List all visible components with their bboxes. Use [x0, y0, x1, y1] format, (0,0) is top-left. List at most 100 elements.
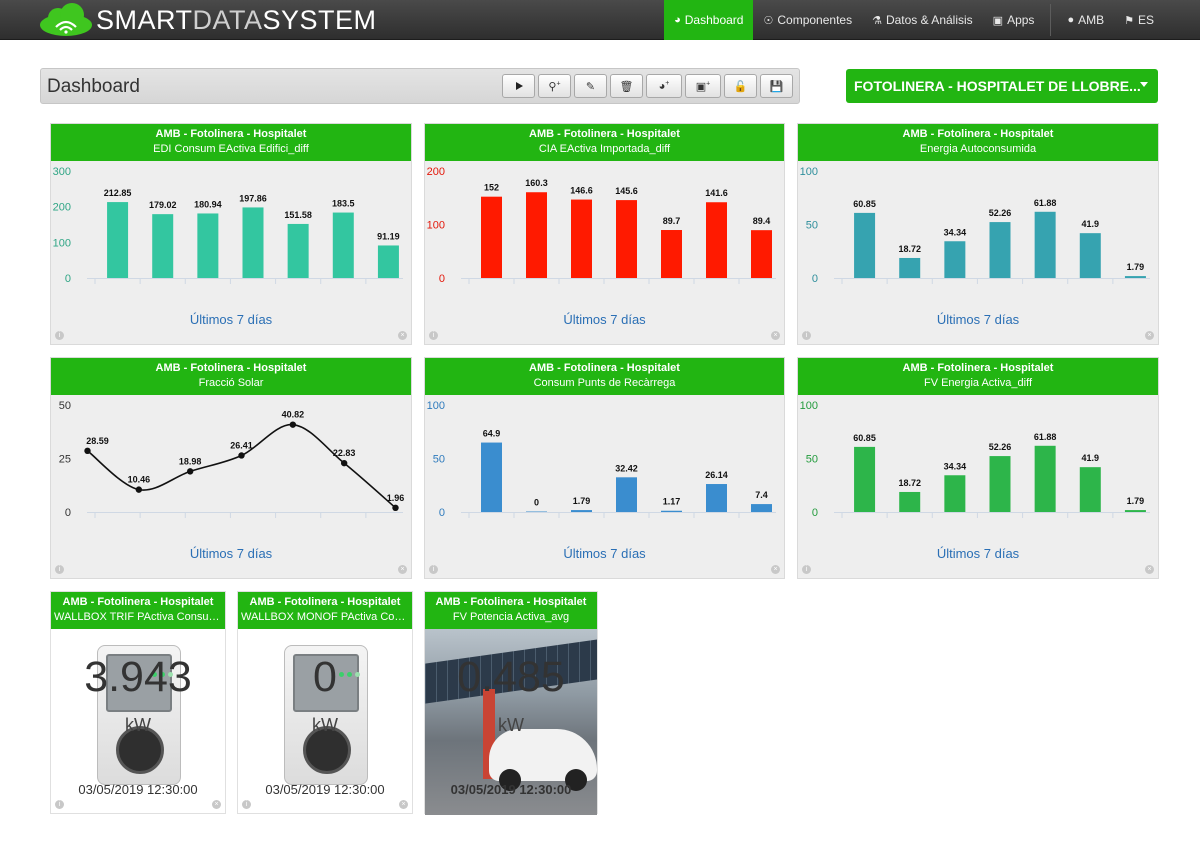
nav-language-label: ES	[1137, 13, 1154, 27]
info-icon[interactable]: i	[55, 565, 64, 574]
bar-data-label: 151.58	[284, 210, 312, 220]
nav-user[interactable]: ● AMB	[1057, 0, 1114, 40]
chart-bar	[107, 202, 129, 278]
y-tick-label: 100	[800, 400, 818, 412]
info-icon[interactable]: i	[802, 331, 811, 340]
close-icon[interactable]: ×	[1145, 565, 1154, 574]
chart-bar	[1079, 233, 1101, 278]
bar-data-label: 1.79	[1127, 496, 1145, 506]
line-point	[238, 452, 245, 459]
widget-title: AMB - Fotolinera - Hospitalet	[155, 128, 307, 140]
bar-data-label: 146.6	[570, 186, 593, 196]
widget-cia-importada: AMB - Fotolinera - Hospitalet CIA EActiva…	[424, 123, 785, 345]
line-point	[135, 486, 143, 493]
info-icon[interactable]: i	[429, 331, 438, 340]
point-data-label: 18.98	[179, 456, 202, 466]
flag-icon: ⚑	[1124, 14, 1134, 27]
close-icon[interactable]: ×	[771, 565, 780, 574]
bar-data-label: 89.7	[663, 216, 681, 226]
edit-icon: ✎	[585, 80, 596, 93]
info-icon[interactable]: i	[242, 800, 251, 809]
bar-data-label: 1.79	[1127, 262, 1145, 272]
bar-data-label: 60.85	[853, 433, 876, 443]
bar-data-label: 60.85	[853, 199, 876, 209]
close-icon[interactable]: ×	[771, 331, 780, 340]
widget-header[interactable]: AMB - Fotolinera - Hospitalet Consum Punt…	[425, 358, 784, 395]
close-icon[interactable]: ×	[398, 565, 407, 574]
chart-bar	[616, 477, 637, 512]
chart-bar	[616, 200, 637, 278]
nav-dashboard[interactable]: ◕ Dashboard	[664, 0, 754, 40]
y-tick-label: 300	[53, 166, 71, 178]
brand-part-data: DATA	[192, 4, 263, 35]
nav-menu: ◕ Dashboard ☉ Componentes ⚗ Datos & Análisi…	[664, 0, 1200, 40]
bar-data-label: 180.94	[194, 199, 222, 209]
widget-title: AMB - Fotolinera - Hospitalet	[902, 128, 1054, 140]
widget-title: AMB - Fotolinera - Hospitalet	[435, 596, 587, 608]
widget-header[interactable]: AMB - Fotolinera - Hospitalet Energia Aut…	[798, 124, 1158, 161]
info-icon[interactable]: i	[55, 800, 64, 809]
line-point	[84, 447, 91, 455]
series-line	[87, 423, 397, 509]
bar-data-label: 152	[484, 183, 499, 193]
y-tick-label: 200	[427, 166, 445, 178]
add-gauge-button[interactable]: ◕+	[646, 74, 682, 98]
y-tick-label: 100	[800, 166, 818, 178]
chart-bar	[899, 491, 921, 512]
chart-bar	[481, 196, 502, 278]
nav-componentes-label: Componentes	[777, 13, 853, 27]
edit-button[interactable]: ✎	[574, 74, 607, 98]
bar-data-label: 18.72	[898, 478, 921, 488]
widget-autoconsumida: AMB - Fotolinera - Hospitalet Energia Aut…	[797, 123, 1159, 345]
close-icon[interactable]: ×	[1145, 331, 1154, 340]
widget-header[interactable]: AMB - Fotolinera - Hospitalet FV Potencia…	[425, 592, 597, 629]
delete-button[interactable]: 🗑	[610, 74, 643, 98]
close-icon[interactable]: ×	[212, 800, 221, 809]
widget-title: AMB - Fotolinera - Hospitalet	[62, 596, 214, 608]
nav-apps[interactable]: ▣ Apps	[983, 0, 1045, 40]
point-data-label: 26.41	[230, 440, 253, 450]
chart-bar	[899, 257, 921, 278]
widget-consum-recarrega: AMB - Fotolinera - Hospitalet Consum Punt…	[424, 357, 785, 579]
info-icon[interactable]: i	[55, 331, 64, 340]
widget-fraccio-solar: AMB - Fotolinera - Hospitalet Fracció Sol…	[50, 357, 412, 579]
save-icon: 💾	[769, 80, 784, 93]
point-data-label: 10.46	[128, 475, 151, 485]
add-window-button[interactable]: ▣+	[685, 74, 721, 98]
widget-header[interactable]: AMB - Fotolinera - Hospitalet CIA EActiva…	[425, 124, 784, 161]
caret-down-icon	[1140, 82, 1148, 87]
y-tick-label: 100	[427, 220, 445, 232]
widget-header[interactable]: AMB - Fotolinera - Hospitalet WALLBOX MON…	[238, 592, 412, 629]
close-icon[interactable]: ×	[398, 331, 407, 340]
chart-bar	[989, 456, 1011, 512]
location-selector[interactable]: FOTOLINERA - HOSPITALET DE LLOBRE...	[846, 69, 1158, 103]
play-button[interactable]	[502, 74, 535, 98]
widget-header[interactable]: AMB - Fotolinera - Hospitalet FV Energia …	[798, 358, 1158, 395]
brand-part-system: SYSTEM	[262, 4, 377, 35]
nav-datos[interactable]: ⚗ Datos & Análisis	[862, 0, 983, 40]
page-title: Dashboard	[47, 76, 140, 97]
widget-title: AMB - Fotolinera - Hospitalet	[249, 596, 401, 608]
widget-header[interactable]: AMB - Fotolinera - Hospitalet EDI Consum …	[51, 124, 411, 161]
info-icon[interactable]: i	[429, 565, 438, 574]
value-body: 0.485 kW 03/05/2019 12:30:00	[425, 629, 597, 815]
unlock-button[interactable]: 🔓	[724, 74, 757, 98]
nav-datos-label: Datos & Análisis	[885, 13, 973, 27]
chart-bar	[571, 510, 592, 512]
widget-header[interactable]: AMB - Fotolinera - Hospitalet Fracció Sol…	[51, 358, 411, 395]
value-body: 3.943 kW 03/05/2019 12:30:00	[51, 629, 225, 815]
zoom-add-button[interactable]: ⚲+	[538, 74, 571, 98]
toolbar-buttons: ⚲+ ✎ 🗑 ◕+ ▣+ 🔓 💾	[502, 74, 793, 98]
info-icon[interactable]: i	[802, 565, 811, 574]
chart-bar	[332, 212, 354, 278]
nav-language[interactable]: ⚑ ES	[1114, 0, 1200, 40]
brand-name: SMARTDATASYSTEM	[96, 5, 377, 36]
nav-componentes[interactable]: ☉ Componentes	[753, 0, 862, 40]
widget-header[interactable]: AMB - Fotolinera - Hospitalet WALLBOX TRI…	[51, 592, 225, 629]
chart-bar	[854, 212, 876, 278]
close-icon[interactable]: ×	[399, 800, 408, 809]
timestamp: 03/05/2019 12:30:00	[265, 782, 385, 797]
save-button[interactable]: 💾	[760, 74, 793, 98]
brand-logo[interactable]: SMARTDATASYSTEM	[38, 3, 377, 37]
chart-bar	[706, 202, 727, 278]
